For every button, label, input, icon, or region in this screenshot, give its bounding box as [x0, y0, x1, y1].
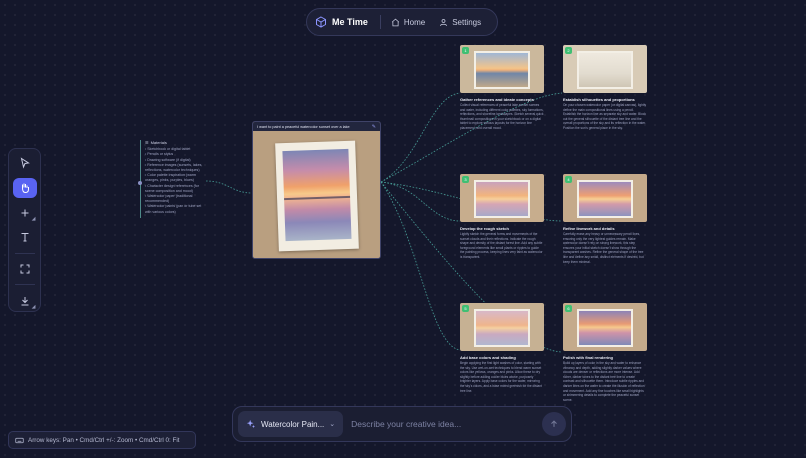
- connector-lines: [205, 92, 563, 353]
- download-tool[interactable]: ◢: [13, 290, 37, 311]
- link-main-step1: [380, 92, 461, 183]
- step-description: Carefully erase any heavy or unnecessary…: [563, 232, 644, 264]
- materials-heading: ☰ Materials: [145, 140, 206, 145]
- plus-icon: [21, 209, 28, 217]
- idea-input[interactable]: [351, 419, 534, 429]
- sunset-painting: [282, 148, 352, 242]
- connection-handle[interactable]: [138, 181, 142, 185]
- step-title: Refine linework and details: [563, 226, 615, 231]
- style-selector[interactable]: Watercolor Pain... ⌄: [238, 411, 344, 437]
- keyboard-hint-text: Arrow keys: Pan • Cmd/Ctrl +/-: Zoom • C…: [28, 436, 180, 444]
- step-card[interactable]: 6 Polish with final rendering Build up l…: [563, 303, 647, 402]
- keyboard-shortcuts-hint: Arrow keys: Pan • Cmd/Ctrl +/-: Zoom • C…: [8, 431, 196, 449]
- link-notes-main: [205, 180, 253, 194]
- step-badge: 1: [462, 47, 469, 54]
- nav-settings-label: Settings: [452, 17, 482, 27]
- materials-heading-text: Materials: [150, 140, 167, 145]
- step-card[interactable]: 3 Develop the rough sketch Lightly sketc…: [460, 174, 544, 260]
- cursor-icon: [20, 157, 30, 169]
- step-title: Polish with final rendering: [563, 355, 614, 360]
- step-thumbnail: 3: [460, 174, 544, 222]
- step-description: Lightly sketch the general forms and mov…: [460, 232, 543, 259]
- step-badge: 5: [462, 305, 469, 312]
- step-badge: 6: [565, 305, 572, 312]
- app-title: Me Time: [332, 17, 368, 27]
- home-icon: [391, 18, 399, 26]
- submenu-indicator-icon: ◢: [31, 304, 36, 310]
- toolbar-divider: [14, 252, 35, 254]
- step-image: [577, 309, 633, 347]
- step-description: On your chosen watercolor paper (or digi…: [563, 103, 647, 130]
- step-title: Establish silhouettes and proportions: [563, 97, 635, 102]
- watercolor-paper-image: [275, 140, 359, 252]
- materials-note[interactable]: ☰ Materials Sketchbook or digital tablet…: [140, 140, 206, 218]
- step-image: [474, 309, 530, 347]
- list-item: Character design references (for scene c…: [145, 184, 206, 194]
- list-icon: ☰: [145, 140, 149, 145]
- text-icon: [21, 233, 28, 242]
- top-navigation: Me Time Home Settings: [306, 8, 498, 36]
- nav-settings-link[interactable]: Settings: [435, 18, 485, 27]
- main-card-prompt: I want to paint a peaceful watercolor su…: [257, 124, 350, 129]
- step-image: [474, 180, 530, 218]
- nav-divider: [379, 15, 381, 29]
- step-description: Build up layers of color in the sky and …: [563, 361, 645, 402]
- link-main-step3: [380, 181, 461, 222]
- step-image: [474, 51, 530, 89]
- cube-logo-icon: [316, 16, 326, 28]
- step-thumbnail: 5: [460, 303, 544, 351]
- step-badge: 2: [565, 47, 572, 54]
- step-card[interactable]: 1 Gather references and ideate concepts …: [460, 45, 544, 131]
- toolbar-divider: [14, 284, 35, 286]
- link-main-step5: [380, 181, 461, 351]
- list-item: Color palette inspiration (warm oranges,…: [145, 173, 206, 183]
- step-image: [577, 51, 633, 89]
- list-item: Watercolor paints (pan or tube set with …: [145, 204, 206, 214]
- nav-home-link[interactable]: Home: [387, 18, 429, 27]
- step-card[interactable]: 4 Refine linework and details Carefully …: [563, 174, 647, 264]
- select-tool[interactable]: [13, 153, 37, 174]
- chevron-down-icon: ⌄: [329, 421, 336, 428]
- step-thumbnail: 1: [460, 45, 544, 93]
- step-thumbnail: 2: [563, 45, 647, 93]
- main-card-header: I want to paint a peaceful watercolor su…: [253, 122, 380, 131]
- prompt-bar: Watercolor Pain... ⌄: [232, 406, 572, 442]
- step-image: [577, 180, 633, 218]
- step-title: Develop the rough sketch: [460, 226, 509, 231]
- send-button[interactable]: [542, 412, 566, 436]
- pan-tool[interactable]: [12, 177, 37, 199]
- list-item: Watercolor paper (traditional recommende…: [145, 194, 206, 204]
- step-thumbnail: 6: [563, 303, 647, 351]
- hand-icon: [21, 183, 29, 194]
- style-selector-label: Watercolor Pain...: [261, 419, 325, 429]
- step-card[interactable]: 2 Establish silhouettes and proportions …: [563, 45, 647, 131]
- fit-screen-icon: [20, 264, 29, 274]
- materials-list: Sketchbook or digital tablet Pencils or …: [145, 147, 206, 215]
- step-description: Collect visual references of peaceful la…: [460, 103, 544, 130]
- user-icon: [440, 18, 448, 26]
- step-description: Begin applying the first light washes of…: [460, 361, 542, 393]
- canvas-toolbar: ◢ ◢: [8, 148, 41, 312]
- text-tool[interactable]: [13, 227, 37, 248]
- main-artwork-card[interactable]: I want to paint a peaceful watercolor su…: [252, 121, 381, 259]
- arrow-up-icon: [551, 420, 557, 427]
- nav-home-label: Home: [403, 17, 426, 27]
- step-badge: 4: [565, 176, 572, 183]
- edit-icon[interactable]: ✎: [372, 124, 376, 130]
- step-title: Add base colors and shading: [460, 355, 516, 360]
- download-icon: [21, 296, 28, 306]
- fit-screen-tool[interactable]: [13, 259, 37, 280]
- add-tool[interactable]: ◢: [13, 202, 37, 223]
- list-item: Reference images (sunsets, lakes, reflec…: [145, 163, 206, 173]
- step-badge: 3: [462, 176, 469, 183]
- brand[interactable]: Me Time: [315, 16, 368, 28]
- sparkle-icon: [246, 419, 256, 429]
- keyboard-icon: [15, 437, 24, 443]
- submenu-indicator-icon: ◢: [31, 216, 36, 223]
- step-thumbnail: 4: [563, 174, 647, 222]
- step-title: Gather references and ideate concepts: [460, 97, 534, 102]
- step-card[interactable]: 5 Add base colors and shading Begin appl…: [460, 303, 544, 393]
